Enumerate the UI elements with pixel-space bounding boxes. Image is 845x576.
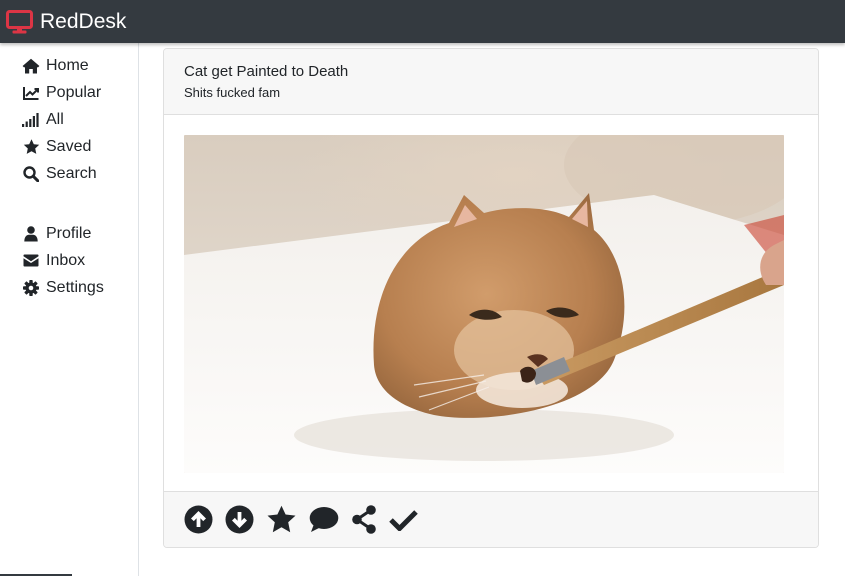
user-icon	[22, 225, 40, 242]
upvote-button[interactable]	[184, 505, 213, 534]
sidebar-item-all[interactable]: All	[0, 106, 138, 133]
sidebar-item-label: Saved	[46, 138, 92, 155]
arrow-circle-down-icon	[225, 505, 254, 534]
post-header: Cat get Painted to Death Shits fucked fa…	[164, 49, 818, 115]
home-icon	[22, 58, 40, 74]
post-card: Cat get Painted to Death Shits fucked fa…	[163, 48, 819, 548]
chart-line-icon	[22, 85, 40, 101]
star-icon	[267, 505, 296, 533]
sidebar-primary-nav: Home Popular All Saved Search	[0, 52, 138, 187]
arrow-circle-up-icon	[184, 505, 213, 534]
brand-link[interactable]: RedDesk	[6, 9, 127, 34]
comment-icon	[309, 507, 339, 532]
star-icon	[22, 138, 40, 155]
sidebar-item-profile[interactable]: Profile	[0, 220, 138, 247]
top-navbar: RedDesk	[0, 0, 845, 43]
sidebar-item-label: Profile	[46, 225, 92, 242]
sidebar-item-label: Inbox	[46, 252, 86, 269]
share-icon	[352, 505, 376, 534]
sidebar: Home Popular All Saved Search Profile In…	[0, 43, 139, 576]
sidebar-item-saved[interactable]: Saved	[0, 133, 138, 160]
post-title[interactable]: Cat get Painted to Death	[184, 63, 798, 81]
sidebar-item-home[interactable]: Home	[0, 52, 138, 79]
share-button[interactable]	[351, 505, 377, 534]
search-icon	[22, 165, 40, 182]
sidebar-item-popular[interactable]: Popular	[0, 79, 138, 106]
post-actions	[164, 491, 818, 547]
sidebar-item-label: All	[46, 111, 64, 128]
post-body	[164, 115, 818, 493]
sidebar-item-settings[interactable]: Settings	[0, 274, 138, 301]
downvote-button[interactable]	[225, 505, 254, 534]
comment-button[interactable]	[309, 506, 339, 533]
sidebar-secondary-nav: Profile Inbox Settings	[0, 220, 138, 301]
signal-icon	[22, 112, 40, 128]
gear-icon	[22, 279, 40, 296]
sidebar-item-label: Search	[46, 165, 97, 182]
envelope-icon	[22, 253, 40, 269]
post-image[interactable]	[184, 135, 784, 473]
save-button[interactable]	[266, 505, 297, 534]
sidebar-item-label: Settings	[46, 279, 104, 296]
sidebar-item-label: Home	[46, 57, 89, 74]
mark-read-button[interactable]	[389, 508, 418, 531]
sidebar-item-inbox[interactable]: Inbox	[0, 247, 138, 274]
sidebar-item-label: Popular	[46, 84, 102, 101]
post-subtitle: Shits fucked fam	[184, 85, 281, 100]
desktop-icon	[6, 9, 33, 33]
check-icon	[389, 510, 418, 531]
brand-name: RedDesk	[40, 9, 127, 33]
sidebar-item-search[interactable]: Search	[0, 160, 138, 187]
